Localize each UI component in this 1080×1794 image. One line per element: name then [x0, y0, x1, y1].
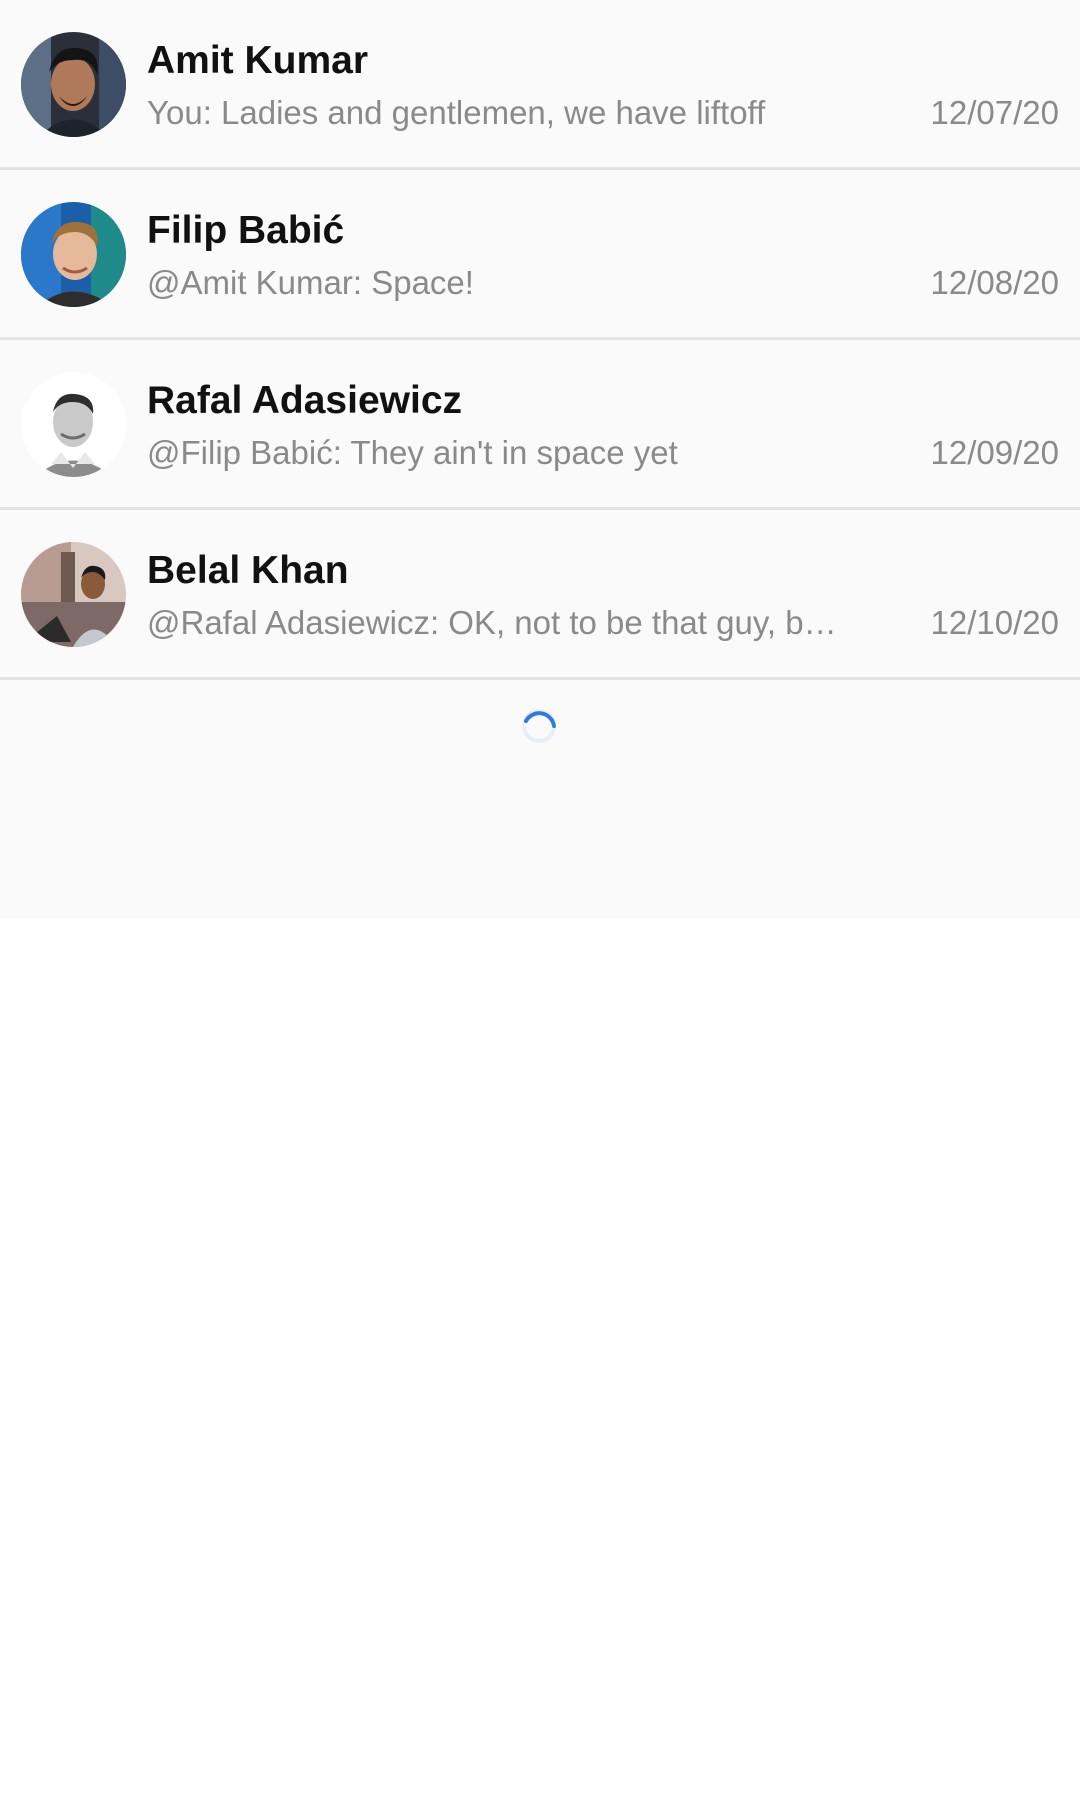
avatar — [21, 202, 126, 307]
avatar-photo-icon — [21, 372, 126, 477]
message-date: 12/07/20 — [930, 94, 1059, 131]
message-preview: You: Ladies and gentlemen, we have lifto… — [147, 94, 766, 131]
message-date: 12/09/20 — [930, 434, 1059, 471]
avatar — [21, 542, 126, 647]
conversation-row-rafal-adasiewicz[interactable]: Rafal Adasiewicz @Filip Babić: They ain'… — [0, 340, 1080, 510]
contact-name: Amit Kumar — [147, 39, 369, 82]
avatar-photo-icon — [21, 32, 126, 137]
message-preview: @Rafal Adasiewicz: OK, not to be that gu… — [147, 604, 837, 641]
contact-name: Filip Babić — [147, 209, 345, 252]
loading-spinner-icon — [521, 708, 557, 744]
message-preview: @Amit Kumar: Space! — [147, 264, 474, 301]
contact-name: Belal Khan — [147, 549, 349, 592]
conversation-row-filip-babic[interactable]: Filip Babić @Amit Kumar: Space! 12/08/20 — [0, 170, 1080, 340]
contact-name: Rafal Adasiewicz — [147, 379, 463, 422]
message-preview: @Filip Babić: They ain't in space yet — [147, 434, 678, 471]
avatar — [21, 372, 126, 477]
conversation-row-belal-khan[interactable]: Belal Khan @Rafal Adasiewicz: OK, not to… — [0, 510, 1080, 680]
conversation-list: Amit Kumar You: Ladies and gentlemen, we… — [0, 0, 1080, 918]
message-date: 12/08/20 — [930, 264, 1059, 301]
avatar-photo-icon — [21, 202, 126, 307]
avatar — [21, 32, 126, 137]
conversation-row-amit-kumar[interactable]: Amit Kumar You: Ladies and gentlemen, we… — [0, 0, 1080, 170]
message-date: 12/10/20 — [930, 604, 1059, 641]
avatar-photo-icon — [21, 542, 126, 647]
